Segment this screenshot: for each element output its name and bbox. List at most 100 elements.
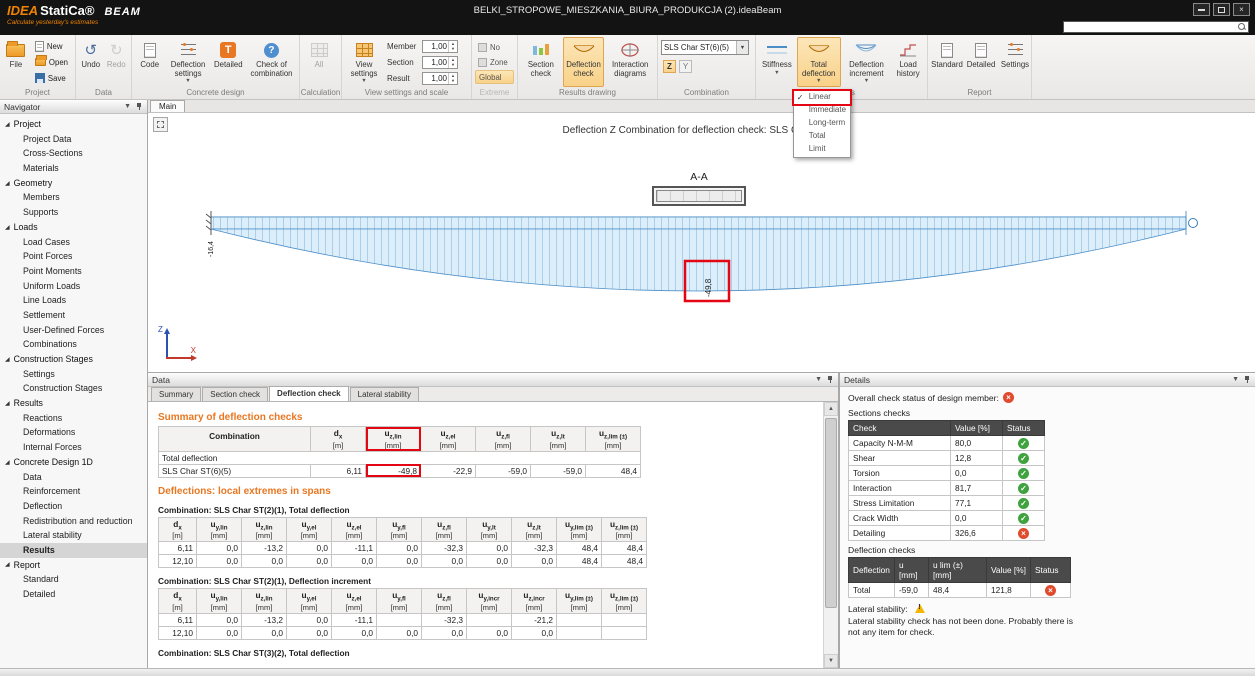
nav-item-lateral-stability[interactable]: Lateral stability <box>0 528 147 543</box>
extreme-zone-button[interactable]: Zone <box>475 55 514 69</box>
menu-item-immediate[interactable]: Immediate <box>794 104 850 117</box>
nav-item-line-loads[interactable]: Line Loads <box>0 293 147 308</box>
check-of-combination-button[interactable]: ? Check of combination <box>247 37 296 87</box>
panel-menu-icon[interactable]: ▼ <box>815 376 822 383</box>
stepper-arrows[interactable]: ▲▼ <box>448 57 457 68</box>
load-history-button[interactable]: Load history <box>892 37 924 87</box>
nav-section-results[interactable]: ◢Results <box>0 396 147 411</box>
close-button[interactable]: × <box>1233 3 1250 16</box>
pin-icon[interactable] <box>1243 375 1251 384</box>
nav-item-project-data[interactable]: Project Data <box>0 132 147 147</box>
nav-item-deflection[interactable]: Deflection <box>0 499 147 514</box>
tab-section-check[interactable]: Section check <box>202 387 268 401</box>
report-settings-button[interactable]: Settings <box>999 37 1031 87</box>
report-standard-button[interactable]: Standard <box>931 37 963 87</box>
panel-menu-icon[interactable]: ▼ <box>124 103 131 110</box>
extreme-no-button[interactable]: No <box>475 40 514 54</box>
result-scale-stepper[interactable]: 1,00 ▲▼ <box>422 72 458 85</box>
tab-main[interactable]: Main <box>150 100 185 112</box>
tab-lateral-stability[interactable]: Lateral stability <box>350 387 419 401</box>
file-button[interactable]: File <box>3 37 29 87</box>
nav-item-standard[interactable]: Standard <box>0 572 147 587</box>
combo-arrow-icon[interactable]: ▼ <box>736 41 748 54</box>
expand-triangle-icon[interactable]: ◢ <box>5 121 10 128</box>
nav-item-data[interactable]: Data <box>0 470 147 485</box>
nav-item-point-moments[interactable]: Point Moments <box>0 264 147 279</box>
new-button[interactable]: New <box>31 39 72 54</box>
code-button[interactable]: Code <box>135 37 164 87</box>
view-settings-button[interactable]: View settings ▼ <box>345 37 383 87</box>
tab-deflection-check[interactable]: Deflection check <box>269 386 349 401</box>
total-deflection-button[interactable]: Total deflection ▼ ✓LinearImmediateLong-… <box>797 37 841 87</box>
detailed-check-button[interactable]: T Detailed <box>212 37 245 87</box>
nav-section-loads[interactable]: ◢Loads <box>0 220 147 235</box>
expand-triangle-icon[interactable]: ◢ <box>5 561 10 568</box>
section-check-button[interactable]: Section check <box>521 37 561 87</box>
direction-z-button[interactable]: Z <box>663 60 676 73</box>
nav-section-construction-stages[interactable]: ◢Construction Stages <box>0 352 147 367</box>
nav-item-point-forces[interactable]: Point Forces <box>0 249 147 264</box>
nav-item-reinforcement[interactable]: Reinforcement <box>0 484 147 499</box>
deflection-settings-button[interactable]: Deflection settings ▼ <box>166 37 209 87</box>
stepper-arrows[interactable]: ▲▼ <box>448 41 457 52</box>
stepper-down-icon[interactable]: ▼ <box>449 46 457 52</box>
expand-triangle-icon[interactable]: ◢ <box>5 459 10 466</box>
menu-item-limit[interactable]: Limit <box>794 143 850 156</box>
nav-item-results[interactable]: Results <box>0 543 147 558</box>
nav-item-user-defined-forces[interactable]: User-Defined Forces <box>0 323 147 338</box>
nav-item-deformations[interactable]: Deformations <box>0 425 147 440</box>
nav-section-report[interactable]: ◢Report <box>0 558 147 573</box>
menu-item-total[interactable]: Total <box>794 130 850 143</box>
nav-section-geometry[interactable]: ◢Geometry <box>0 176 147 191</box>
nav-item-internal-forces[interactable]: Internal Forces <box>0 440 147 455</box>
section-scale-stepper[interactable]: 1,00 ▲▼ <box>422 56 458 69</box>
nav-section-concrete-design-1d[interactable]: ◢Concrete Design 1D <box>0 455 147 470</box>
deflection-check-button[interactable]: Deflection check <box>563 37 605 87</box>
scroll-down-icon[interactable]: ▼ <box>824 654 838 668</box>
stepper-arrows[interactable]: ▲▼ <box>448 73 457 84</box>
search-icon[interactable] <box>1237 22 1247 32</box>
expand-triangle-icon[interactable]: ◢ <box>5 400 10 407</box>
tab-summary[interactable]: Summary <box>151 387 201 401</box>
expand-triangle-icon[interactable]: ◢ <box>5 224 10 231</box>
stepper-down-icon[interactable]: ▼ <box>449 78 457 84</box>
menu-item-long-term[interactable]: Long-term <box>794 117 850 130</box>
nav-section-project[interactable]: ◢Project <box>0 117 147 132</box>
nav-item-detailed[interactable]: Detailed <box>0 587 147 602</box>
nav-item-settings[interactable]: Settings <box>0 367 147 382</box>
nav-item-load-cases[interactable]: Load Cases <box>0 235 147 250</box>
extreme-global-button[interactable]: Global <box>475 70 514 84</box>
nav-item-uniform-loads[interactable]: Uniform Loads <box>0 279 147 294</box>
open-button[interactable]: Open <box>31 55 72 70</box>
stiffness-button[interactable]: Stiffness ▼ <box>759 37 795 87</box>
nav-item-materials[interactable]: Materials <box>0 161 147 176</box>
member-scale-stepper[interactable]: 1,00 ▲▼ <box>422 40 458 53</box>
maximize-button[interactable] <box>1213 3 1230 16</box>
nav-item-construction-stages[interactable]: Construction Stages <box>0 381 147 396</box>
minimize-button[interactable] <box>1193 3 1210 16</box>
nav-item-supports[interactable]: Supports <box>0 205 147 220</box>
interaction-diagrams-button[interactable]: Interaction diagrams <box>606 37 654 87</box>
deflection-increment-button[interactable]: Deflection increment ▼ <box>843 37 891 87</box>
zoom-extents-icon[interactable] <box>153 117 168 132</box>
stepper-down-icon[interactable]: ▼ <box>449 62 457 68</box>
nav-item-cross-sections[interactable]: Cross-Sections <box>0 146 147 161</box>
pin-icon[interactable] <box>135 102 143 111</box>
panel-menu-icon[interactable]: ▼ <box>1232 376 1239 383</box>
scroll-up-icon[interactable]: ▲ <box>824 402 838 416</box>
search-input[interactable] <box>1064 22 1237 32</box>
main-canvas[interactable]: Deflection Z Combination for deflection … <box>148 113 1255 372</box>
expand-triangle-icon[interactable]: ◢ <box>5 180 10 187</box>
save-button[interactable]: Save <box>31 71 72 86</box>
combination-select[interactable]: SLS Char ST(6)(5) ▼ <box>661 40 749 55</box>
redo-button[interactable]: ↻ Redo <box>105 37 129 87</box>
direction-y-button[interactable]: Y <box>679 60 692 73</box>
nav-item-combinations[interactable]: Combinations <box>0 337 147 352</box>
nav-item-reactions[interactable]: Reactions <box>0 411 147 426</box>
calculate-all-button[interactable]: All <box>303 37 335 87</box>
nav-item-members[interactable]: Members <box>0 190 147 205</box>
pin-icon[interactable] <box>826 375 834 384</box>
nav-item-settlement[interactable]: Settlement <box>0 308 147 323</box>
report-detailed-button[interactable]: Detailed <box>965 37 997 87</box>
scrollbar-thumb[interactable] <box>825 418 837 608</box>
